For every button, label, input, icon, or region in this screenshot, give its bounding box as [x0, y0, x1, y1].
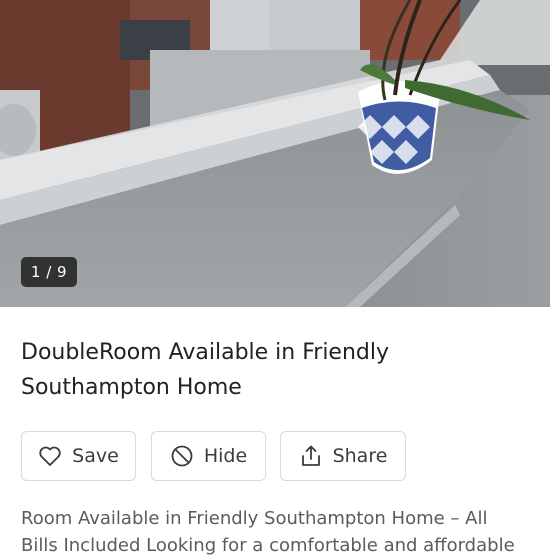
hide-button[interactable]: Hide — [151, 431, 266, 481]
share-icon — [299, 444, 323, 468]
share-button[interactable]: Share — [280, 431, 406, 481]
listing-title: DoubleRoom Available in Friendly Southam… — [21, 335, 521, 405]
save-button[interactable]: Save — [21, 431, 136, 481]
hide-button-label: Hide — [203, 445, 248, 467]
heart-icon — [38, 445, 62, 467]
save-button-label: Save — [72, 445, 119, 467]
description-line-1: Room Available in Friendly Southampton H… — [21, 508, 488, 529]
photo-image — [0, 0, 550, 307]
share-button-label: Share — [332, 445, 388, 467]
listing-title-line-1: DoubleRoom Available in Friendly — [21, 340, 390, 365]
listing-description: Room Available in Friendly Southampton H… — [21, 505, 541, 559]
listing-photo[interactable]: 1 / 9 — [0, 0, 550, 307]
listing-title-line-2: Southampton Home — [21, 375, 242, 400]
photo-counter: 1 / 9 — [21, 257, 77, 287]
block-icon — [170, 444, 194, 468]
description-line-2: Bills Included Looking for a comfortable… — [21, 535, 515, 556]
